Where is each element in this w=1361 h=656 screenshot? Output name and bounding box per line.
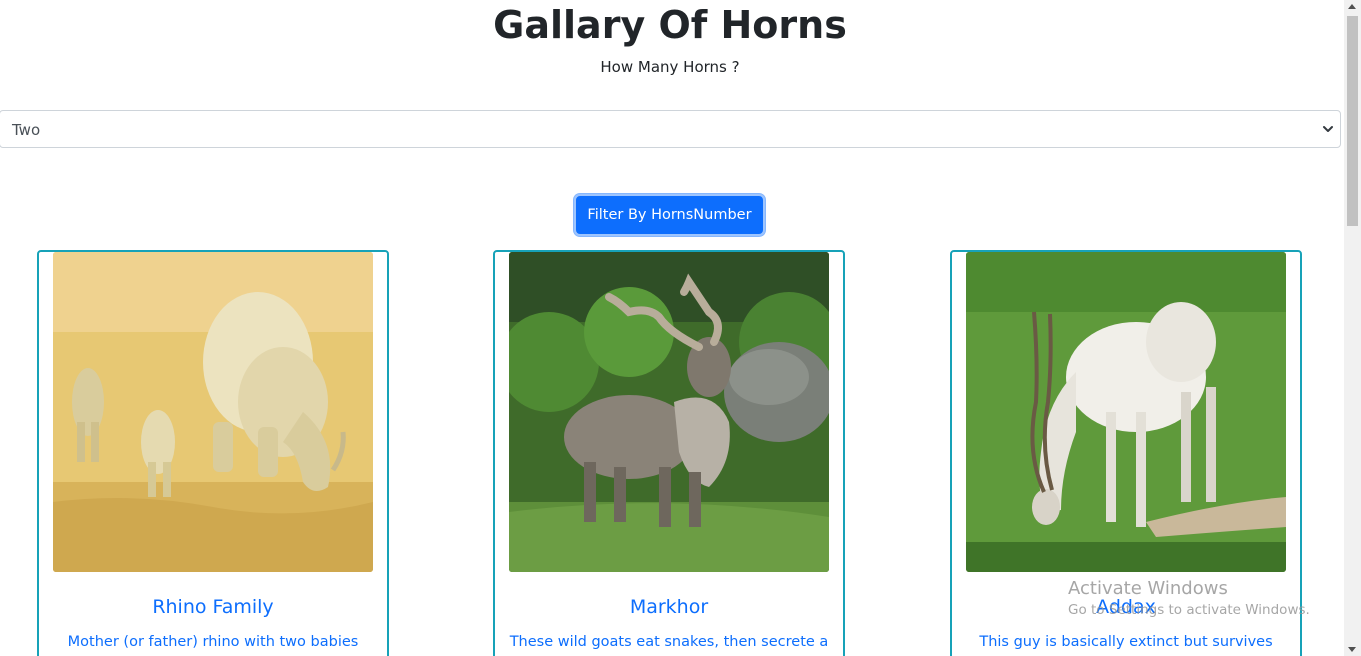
page-title: Gallary Of Horns	[493, 3, 847, 47]
card-markhor: Markhor These wild goats eat snakes, the…	[493, 250, 845, 656]
card-image-markhor	[509, 252, 829, 572]
filter-button[interactable]: Filter By HornsNumber	[574, 194, 765, 236]
chevron-down-icon	[1323, 126, 1333, 132]
card-description: These wild goats eat snakes, then secret…	[509, 634, 829, 650]
card-addax: Addax This guy is basically extinct but …	[950, 250, 1302, 656]
card-description: This guy is basically extinct but surviv…	[979, 634, 1273, 650]
page-scrollbar[interactable]	[1344, 0, 1361, 656]
horns-select[interactable]: Two	[0, 110, 1341, 148]
horns-select-value: Two	[12, 121, 41, 139]
scrollbar-thumb[interactable]	[1347, 16, 1358, 226]
card-image-rhino	[53, 252, 373, 572]
card-title: Rhino Family	[152, 596, 274, 618]
card-description: Mother (or father) rhino with two babies	[67, 634, 359, 650]
card-rhino-family: Rhino Family Mother (or father) rhino wi…	[37, 250, 389, 656]
scroll-down-arrow-icon[interactable]	[1348, 647, 1356, 652]
scroll-up-arrow-icon[interactable]	[1348, 4, 1356, 9]
card-title: Addax	[1096, 596, 1156, 618]
page: Gallary Of Horns How Many Horns ? Two Fi…	[0, 0, 1344, 656]
page-subtitle: How Many Horns ?	[600, 58, 740, 76]
card-title: Markhor	[629, 596, 709, 618]
card-image-addax	[966, 252, 1286, 572]
